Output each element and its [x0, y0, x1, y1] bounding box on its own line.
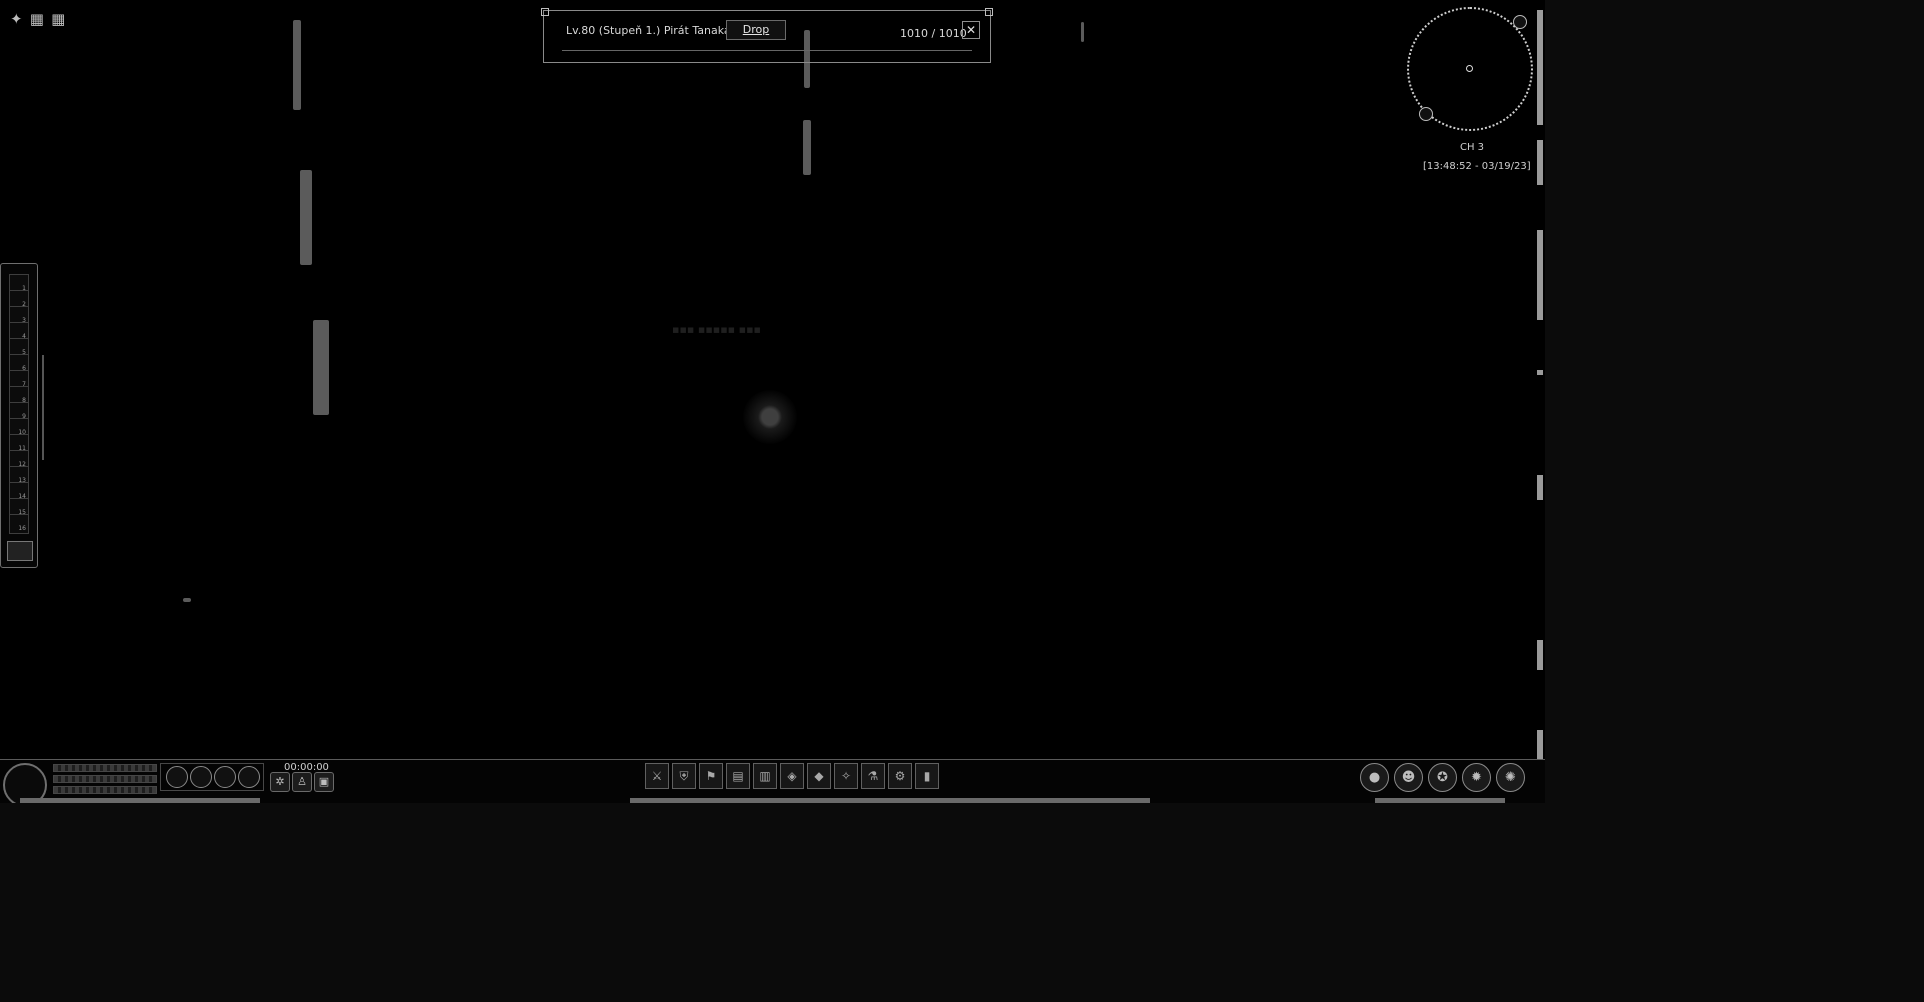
skills-icon[interactable]: ✹	[1462, 763, 1491, 792]
right-edge-strip	[1535, 10, 1545, 780]
bag-icon[interactable]: ◈	[780, 763, 804, 789]
pillar-debris	[1081, 22, 1084, 42]
bar-trim	[20, 798, 260, 803]
edge-segment	[1537, 10, 1543, 125]
minimap-toggle-icon[interactable]	[1513, 15, 1527, 29]
drop-button[interactable]: Drop	[726, 20, 786, 40]
target-hp: 1010 / 1010	[900, 27, 967, 40]
quickbar: 1 2 3 4 5 6 7 8 9 10 11 12 13 14 15 16	[0, 263, 38, 568]
faint-world-text: ▪▪▪ ▪▪▪▪▪ ▪▪▪	[672, 323, 761, 336]
character-icon[interactable]: ☻	[1394, 763, 1423, 792]
gear-icon[interactable]: ⚙	[888, 763, 912, 789]
inventory-icon[interactable]: ✪	[1428, 763, 1457, 792]
orb-slot[interactable]	[166, 766, 188, 788]
pillar-debris	[300, 170, 312, 265]
close-icon[interactable]: ✕	[962, 21, 980, 39]
orb-slot[interactable]	[238, 766, 260, 788]
whirl-skill-icon[interactable]: ✲	[270, 772, 290, 792]
sword-icon[interactable]: ⚔	[645, 763, 669, 789]
rune-icon[interactable]: ✧	[834, 763, 858, 789]
bottom-taskbar: 00:00:00 ✲ ♙ ▣ ⚔ ⛨ ⚑ ▤ ▥ ◈ ◆ ✧ ⚗ ⚙ ▮ ● ☻…	[0, 759, 1545, 803]
book-icon[interactable]: ▤	[726, 763, 750, 789]
potion-icon[interactable]: ⚗	[861, 763, 885, 789]
mp-bar	[53, 775, 157, 783]
game-viewport[interactable]: ✦ ▦ ▦ Lv.80 (Stupeň 1.) Pirát Tanaka Dro…	[0, 0, 1545, 803]
orb-slot[interactable]	[190, 766, 212, 788]
flag-icon[interactable]: ⚑	[699, 763, 723, 789]
channel-label: CH 3	[1460, 142, 1485, 153]
quick-slot[interactable]: 16	[9, 514, 29, 534]
edge-segment	[1537, 370, 1543, 375]
pillar-debris	[293, 20, 301, 110]
target-hp-bar	[562, 50, 972, 51]
box-skill-icon[interactable]: ▣	[314, 772, 334, 792]
scroll-icon[interactable]: ▥	[753, 763, 777, 789]
edge-segment	[1537, 475, 1543, 500]
bar-trim	[1375, 798, 1505, 803]
target-info-panel: Lv.80 (Stupeň 1.) Pirát Tanaka Drop 1010…	[541, 8, 993, 63]
orb-slots	[160, 763, 264, 791]
pillar-debris	[803, 120, 811, 175]
stamina-bar	[53, 786, 157, 794]
pillar-debris	[183, 598, 191, 602]
minimap-zoom-icon[interactable]	[1419, 107, 1433, 121]
edge-segment	[1537, 140, 1543, 185]
game-logo: ✦ ▦ ▦	[10, 10, 67, 28]
shield-icon[interactable]: ⛨	[672, 763, 696, 789]
settings-icon[interactable]: ✺	[1496, 763, 1525, 792]
player-marker-icon	[1466, 65, 1473, 72]
monster-sprite[interactable]	[743, 390, 797, 444]
orb-slot[interactable]	[214, 766, 236, 788]
edge-segment	[1537, 230, 1543, 320]
target-name: Lv.80 (Stupeň 1.) Pirát Tanaka	[566, 24, 731, 37]
statue-skill-icon[interactable]: ♙	[292, 772, 312, 792]
lock-icon[interactable]: ▮	[915, 763, 939, 789]
edge-segment	[1537, 640, 1543, 670]
quickbar-toggle-icon[interactable]	[7, 541, 33, 561]
minimap[interactable]	[1407, 7, 1533, 131]
status-bars	[53, 764, 157, 794]
hp-bar	[53, 764, 157, 772]
bar-trim	[630, 798, 1150, 803]
quickbar-drag-handle[interactable]	[42, 355, 44, 460]
gem-icon[interactable]: ◆	[807, 763, 831, 789]
player-portrait[interactable]	[3, 763, 47, 803]
pillar-debris	[313, 320, 329, 415]
server-datetime: [13:48:52 - 03/19/23]	[1423, 161, 1531, 172]
menu-icon[interactable]: ●	[1360, 763, 1389, 792]
